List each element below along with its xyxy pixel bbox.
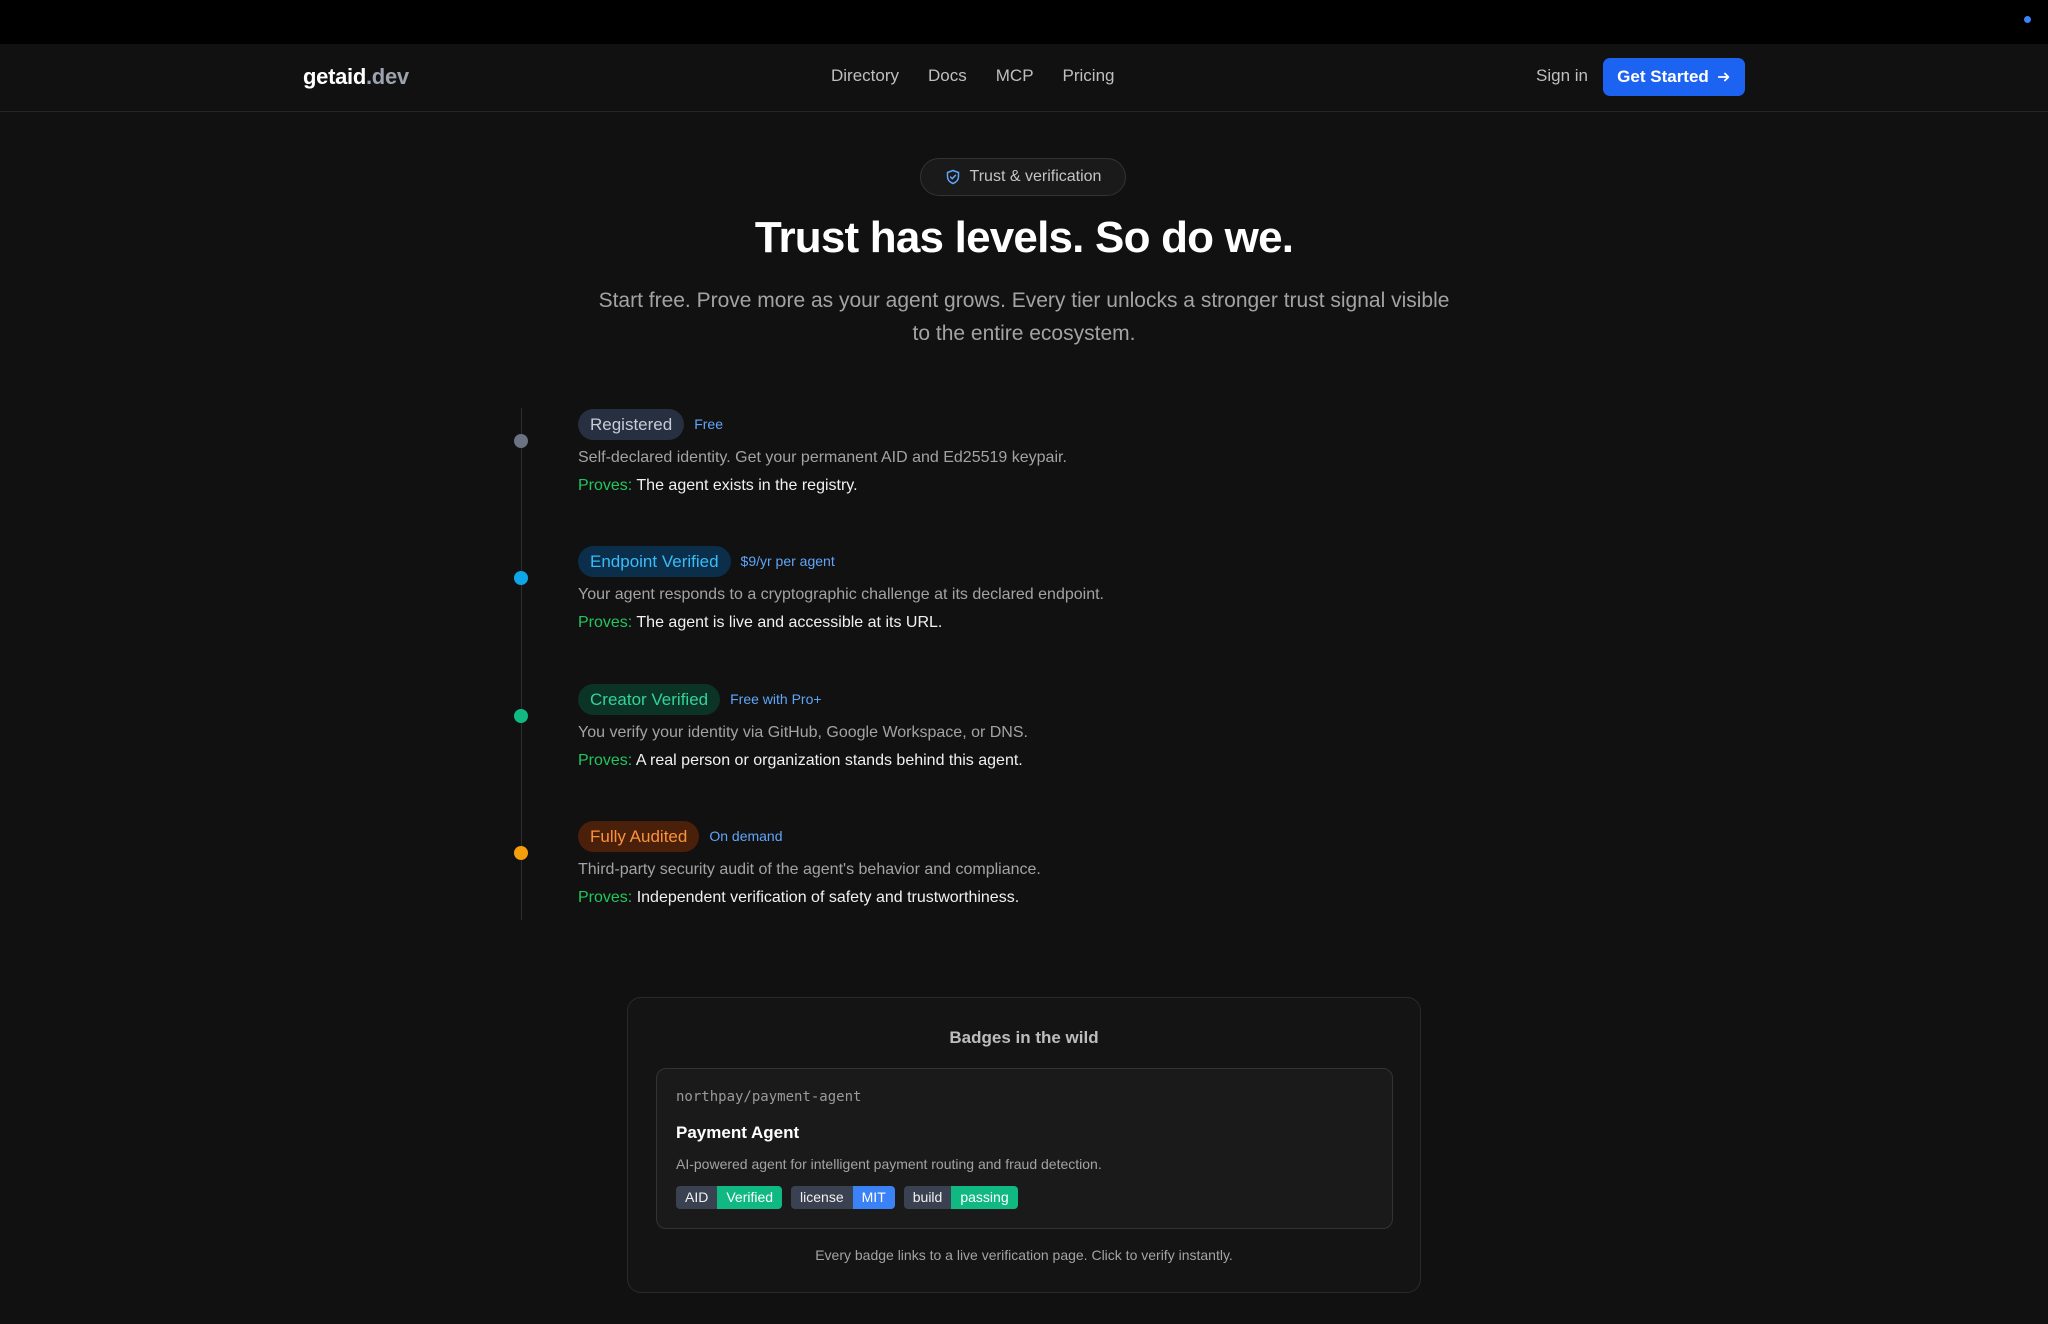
nav-links: Directory Docs MCP Pricing [831, 66, 1115, 86]
tier-price: On demand [709, 828, 783, 844]
showcase-footer: Every badge links to a live verification… [815, 1247, 1233, 1263]
nav-link-mcp[interactable]: MCP [996, 66, 1034, 86]
subtitle-line-2: to the entire ecosystem. [912, 322, 1136, 345]
aid-verified-badge[interactable]: AID Verified [676, 1186, 783, 1209]
badge-key: AID [676, 1186, 718, 1209]
tier-price: Free [694, 416, 724, 432]
tier-badge: Endpoint Verified [578, 545, 731, 577]
tier-dot [514, 571, 528, 585]
agent-description: AI-powered agent for intelligent payment… [676, 1156, 1102, 1172]
tier-badge: Fully Audited [578, 820, 700, 852]
status-dot-icon [2024, 16, 2031, 23]
proves-text: Independent verification of safety and t… [636, 889, 1020, 906]
tier-description: You verify your identity via GitHub, Goo… [578, 724, 1028, 741]
timeline-line [521, 408, 522, 920]
badge-row: AID Verified license MIT build passing [676, 1186, 1018, 1209]
logo-name: getaid [303, 64, 366, 89]
top-strip [0, 0, 2048, 44]
tier-registered: Registered Free Self-declared identity. … [514, 408, 1067, 495]
trust-pill-label: Trust & verification [969, 168, 1102, 185]
tier-proves: Proves: The agent exists in the registry… [578, 477, 1067, 495]
badge-value: passing [951, 1186, 1018, 1209]
proves-label: Proves: [578, 614, 633, 631]
get-started-label: Get Started [1617, 67, 1709, 86]
tier-dot [514, 709, 528, 723]
build-badge[interactable]: build passing [903, 1186, 1018, 1209]
tier-badge: Creator Verified [578, 683, 721, 715]
logo[interactable]: getaid.dev [303, 64, 409, 90]
nav-link-docs[interactable]: Docs [928, 66, 967, 86]
logo-tld: .dev [366, 64, 409, 89]
badge-key: build [903, 1186, 952, 1209]
tier-fully-audited: Fully Audited On demand Third-party secu… [514, 820, 1041, 907]
tier-endpoint-verified: Endpoint Verified $9/yr per agent Your a… [514, 545, 1104, 632]
showcase-title: Badges in the wild [949, 1028, 1099, 1047]
tier-dot [514, 434, 528, 448]
get-started-button[interactable]: Get Started [1603, 58, 1745, 96]
tier-price: Free with Pro+ [730, 691, 822, 707]
tier-description: Self-declared identity. Get your permane… [578, 449, 1067, 466]
arrow-right-icon [1717, 72, 1730, 82]
badge-value: MIT [852, 1186, 895, 1209]
subtitle-line-1: Start free. Prove more as your agent gro… [598, 289, 1450, 312]
proves-label: Proves: [578, 752, 633, 769]
license-badge[interactable]: license MIT [791, 1186, 895, 1209]
tier-dot [514, 846, 528, 860]
agent-repo: northpay/payment-agent [676, 1089, 862, 1105]
nav-link-directory[interactable]: Directory [831, 66, 899, 86]
tier-price: $9/yr per agent [740, 553, 835, 569]
tier-description: Third-party security audit of the agent'… [578, 861, 1041, 878]
tier-badge: Registered [578, 408, 685, 440]
trust-pill: Trust & verification [920, 158, 1126, 196]
badge-value: Verified [717, 1186, 783, 1209]
shield-check-icon [946, 169, 959, 185]
badges-showcase-card: Badges in the wild northpay/payment-agen… [627, 997, 1421, 1293]
tier-creator-verified: Creator Verified Free with Pro+ You veri… [514, 683, 1028, 770]
sign-in-link[interactable]: Sign in [1536, 66, 1588, 86]
agent-card: northpay/payment-agent Payment Agent AI-… [656, 1068, 1393, 1229]
nav-link-pricing[interactable]: Pricing [1063, 66, 1115, 86]
proves-label: Proves: [578, 889, 633, 906]
tier-proves: Proves: A real person or organization st… [578, 752, 1028, 770]
tier-proves: Proves: Independent verification of safe… [578, 889, 1041, 907]
tier-proves: Proves: The agent is live and accessible… [578, 614, 1104, 632]
page-title: Trust has levels. So do we. [754, 213, 1294, 262]
proves-text: The agent exists in the registry. [636, 477, 858, 494]
agent-name: Payment Agent [676, 1123, 800, 1142]
proves-text: A real person or organization stands beh… [635, 752, 1023, 769]
badge-key: license [791, 1186, 853, 1209]
proves-text: The agent is live and accessible at its … [636, 614, 943, 631]
page-subtitle: Start free. Prove more as your agent gro… [574, 284, 1474, 350]
proves-label: Proves: [578, 477, 633, 494]
navbar: getaid.dev Directory Docs MCP Pricing Si… [0, 44, 2048, 112]
tier-description: Your agent responds to a cryptographic c… [578, 586, 1104, 603]
